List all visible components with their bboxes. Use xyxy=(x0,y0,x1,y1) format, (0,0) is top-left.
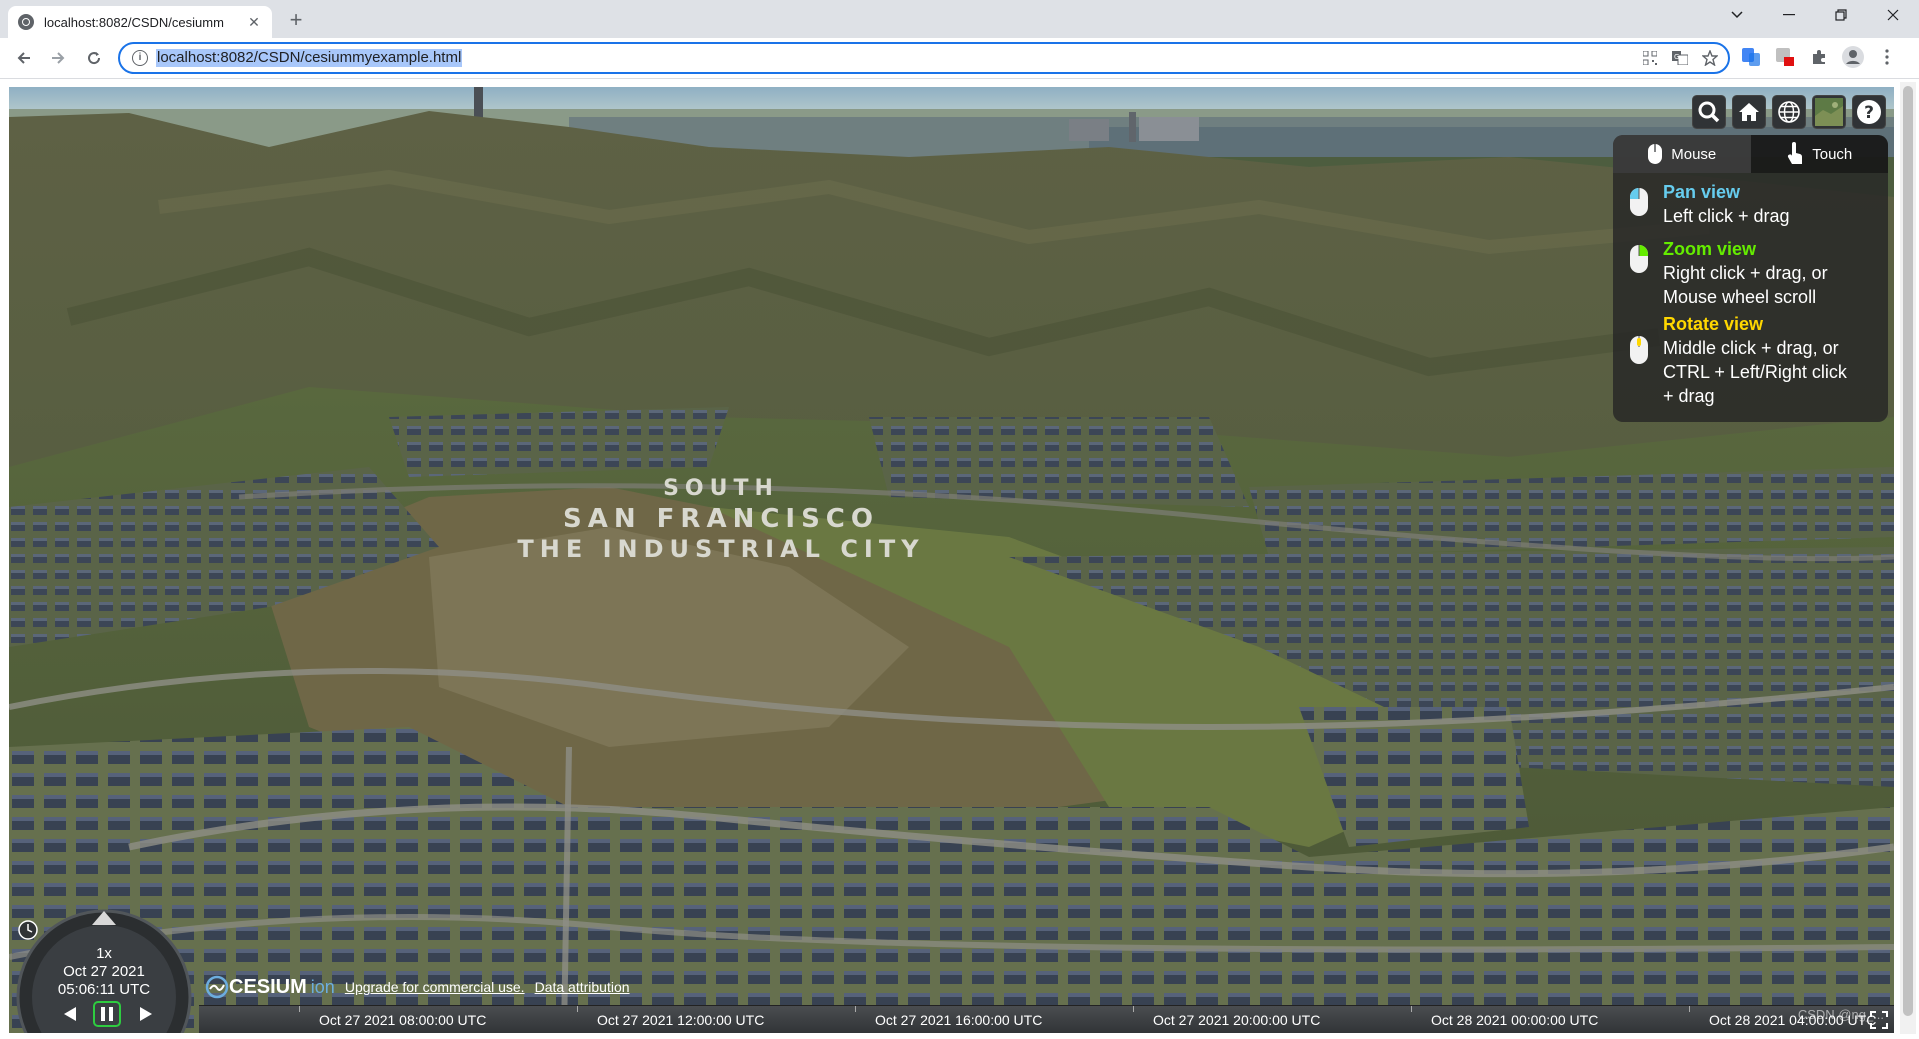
globe-icon xyxy=(18,14,34,30)
timeline-label: Oct 28 2021 00:00:00 UTC xyxy=(1431,1012,1599,1028)
home-icon xyxy=(1739,103,1759,121)
close-window-icon[interactable] xyxy=(1867,0,1919,30)
address-bar[interactable]: i localhost:8082/CSDN/cesiummyexample.ht… xyxy=(118,42,1730,74)
extension-translate-icon[interactable] xyxy=(1740,46,1762,68)
tab-touch-label: Touch xyxy=(1812,145,1853,163)
tab-search-icon[interactable] xyxy=(1711,0,1763,30)
navigation-help-button[interactable]: ? xyxy=(1852,95,1886,129)
star-icon[interactable] xyxy=(1700,48,1720,68)
scene-mode-button[interactable] xyxy=(1772,95,1806,129)
mouse-icon xyxy=(1648,144,1663,164)
animation-widget: 1x Oct 27 2021 05:06:11 UTC xyxy=(9,909,209,1033)
timeline-label: Oct 27 2021 16:00:00 UTC xyxy=(875,1012,1043,1028)
scrollbar-thumb[interactable] xyxy=(1903,86,1913,1016)
profile-icon[interactable] xyxy=(1842,46,1864,68)
cesium-logo-suffix: ion xyxy=(310,976,335,997)
timeline-label: Oct 27 2021 12:00:00 UTC xyxy=(597,1012,765,1028)
rotate-view-desc-3: + drag xyxy=(1663,386,1715,406)
play-icon xyxy=(140,1007,152,1021)
cesium-logo-text: CESIUM xyxy=(229,975,307,998)
pan-view-title: Pan view xyxy=(1663,182,1741,202)
puzzle-icon[interactable] xyxy=(1808,46,1830,68)
rotate-view-desc-2: CTRL + Left/Right click xyxy=(1663,362,1847,382)
timeline[interactable]: Oct 27 2021 08:00:00 UTC Oct 27 2021 12:… xyxy=(199,1005,1894,1033)
zoom-view-desc-1: Right click + drag, or xyxy=(1663,263,1828,283)
pan-view-row: Pan view Left click + drag xyxy=(1629,181,1790,228)
imagery-thumbnail-icon xyxy=(1815,98,1843,126)
info-icon[interactable]: i xyxy=(132,50,148,66)
svg-text:SAN FRANCISCO: SAN FRANCISCO xyxy=(563,504,879,534)
data-attribution-link[interactable]: Data attribution xyxy=(535,979,630,995)
clock-icon[interactable] xyxy=(17,919,39,941)
svg-text:THE INDUSTRIAL CITY: THE INDUSTRIAL CITY xyxy=(517,535,924,563)
cesium-toolbar: ? xyxy=(1692,95,1886,129)
animation-date: Oct 27 2021 xyxy=(63,963,145,980)
3d-scene[interactable]: SOUTH SAN FRANCISCO THE INDUSTRIAL CITY xyxy=(9,87,1894,1033)
browser-tabstrip: localhost:8082/CSDN/cesiumm ✕ + xyxy=(0,0,1919,38)
base-layer-picker-button[interactable] xyxy=(1812,95,1846,129)
pause-button[interactable] xyxy=(93,1001,121,1027)
more-menu-icon[interactable] xyxy=(1876,46,1898,68)
browser-tab[interactable]: localhost:8082/CSDN/cesiumm ✕ xyxy=(8,6,272,38)
mouse-middle-click-icon xyxy=(1630,336,1648,364)
animation-speed: 1x xyxy=(96,945,112,962)
help-icon: ? xyxy=(1857,100,1881,124)
back-icon[interactable] xyxy=(10,44,38,72)
cesium-ion-logo[interactable]: CESIUM ion xyxy=(205,975,335,999)
reload-icon[interactable] xyxy=(80,44,108,72)
touch-icon xyxy=(1788,142,1803,164)
forward-icon[interactable] xyxy=(44,44,72,72)
tab-mouse[interactable]: Mouse xyxy=(1613,135,1751,173)
play-reverse-button[interactable] xyxy=(59,1003,81,1025)
upgrade-link[interactable]: Upgrade for commercial use. xyxy=(345,979,525,995)
close-icon[interactable]: ✕ xyxy=(246,14,262,31)
zoom-view-row: Zoom view Right click + drag, or Mouse w… xyxy=(1629,238,1828,309)
play-reverse-icon xyxy=(64,1007,76,1021)
pause-icon xyxy=(101,1007,113,1021)
mouse-left-click-icon xyxy=(1630,188,1648,216)
timeline-label: Oct 27 2021 20:00:00 UTC xyxy=(1153,1012,1321,1028)
cesium-viewer[interactable]: SOUTH SAN FRANCISCO THE INDUSTRIAL CITY … xyxy=(9,87,1894,1033)
fullscreen-button[interactable] xyxy=(1866,1007,1892,1033)
minimize-icon[interactable] xyxy=(1763,0,1815,30)
window-controls xyxy=(1711,0,1919,32)
zoom-view-desc-2: Mouse wheel scroll xyxy=(1663,287,1817,307)
pan-view-desc: Left click + drag xyxy=(1663,206,1790,226)
translate-icon[interactable]: G xyxy=(1670,48,1690,68)
play-forward-button[interactable] xyxy=(135,1003,157,1025)
fullscreen-icon xyxy=(1870,1011,1888,1029)
tab-touch[interactable]: Touch xyxy=(1750,135,1888,173)
search-icon xyxy=(1698,101,1720,123)
extension-red-icon[interactable] xyxy=(1774,46,1796,68)
tab-title: localhost:8082/CSDN/cesiumm xyxy=(44,14,224,30)
rotate-view-desc-1: Middle click + drag, or xyxy=(1663,338,1839,358)
browser-toolbar: i localhost:8082/CSDN/cesiummyexample.ht… xyxy=(0,38,1919,79)
zoom-view-title: Zoom view xyxy=(1663,239,1757,259)
url-text[interactable]: localhost:8082/CSDN/cesiummyexample.html xyxy=(156,49,463,67)
credits-bar: CESIUM ion Upgrade for commercial use. D… xyxy=(205,975,630,999)
globe-icon xyxy=(1778,101,1800,123)
svg-text:?: ? xyxy=(1864,103,1874,123)
rotate-view-title: Rotate view xyxy=(1663,314,1764,334)
mouse-right-click-icon xyxy=(1630,245,1648,273)
geocoder-search-button[interactable] xyxy=(1692,95,1726,129)
rotate-view-row: Rotate view Middle click + drag, or CTRL… xyxy=(1629,313,1847,408)
home-button[interactable] xyxy=(1732,95,1766,129)
navigation-help-panel: Mouse Touch Pan view Left click + drag Z… xyxy=(1613,135,1888,422)
tab-mouse-label: Mouse xyxy=(1671,145,1717,163)
animation-time: 05:06:11 UTC xyxy=(57,981,151,998)
cesium-logo-icon xyxy=(205,975,229,999)
restore-icon[interactable] xyxy=(1815,0,1867,30)
qr-code-icon[interactable] xyxy=(1640,48,1660,68)
page-scrollbar[interactable] xyxy=(1900,82,1916,1034)
new-tab-button[interactable]: + xyxy=(282,6,310,34)
svg-text:G: G xyxy=(1674,53,1679,61)
svg-text:SOUTH: SOUTH xyxy=(663,476,779,501)
timeline-label: Oct 27 2021 08:00:00 UTC xyxy=(319,1012,487,1028)
